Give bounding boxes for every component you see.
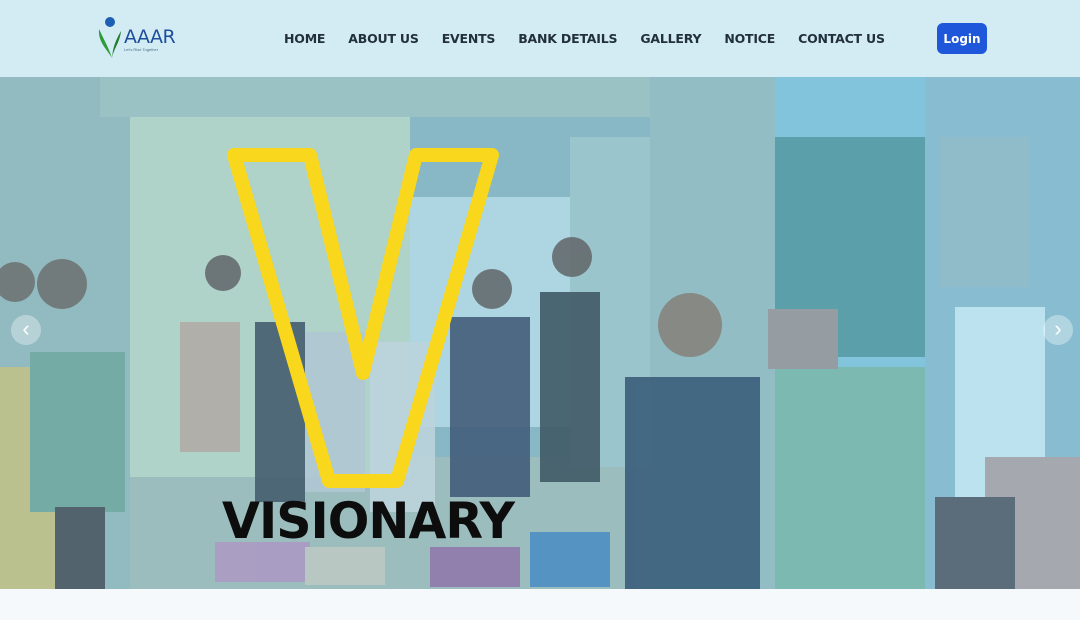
chevron-right-icon: ›	[1054, 316, 1062, 341]
logo-mark-icon	[98, 17, 121, 58]
chevron-left-icon: ‹	[22, 316, 30, 341]
hero-carousel: VISIONARY ‹ ›	[0, 77, 1080, 589]
nav-bank-details[interactable]: BANK DETAILS	[518, 31, 617, 46]
hero-tint	[0, 77, 1080, 589]
main-nav: HOME ABOUT US EVENTS BANK DETAILS GALLER…	[284, 28, 908, 48]
page-content-start	[0, 589, 1080, 620]
logo-text: AAAR	[124, 26, 176, 48]
carousel-prev-button[interactable]: ‹	[11, 315, 41, 345]
site-logo[interactable]: AAAR Let's Rise Together	[96, 14, 176, 62]
visionary-v-graphic	[227, 148, 499, 488]
nav-events[interactable]: EVENTS	[442, 31, 496, 46]
nav-gallery[interactable]: GALLERY	[640, 31, 701, 46]
logo-tagline: Let's Rise Together	[124, 47, 159, 52]
hero-word: VISIONARY	[222, 492, 515, 550]
login-button[interactable]: Login	[937, 23, 987, 54]
top-navbar: AAAR Let's Rise Together HOME ABOUT US E…	[0, 0, 1080, 77]
nav-contact-us[interactable]: CONTACT US	[798, 31, 885, 46]
nav-home[interactable]: HOME	[284, 31, 325, 46]
carousel-next-button[interactable]: ›	[1043, 315, 1073, 345]
nav-notice[interactable]: NOTICE	[724, 31, 775, 46]
nav-about-us[interactable]: ABOUT US	[348, 31, 419, 46]
